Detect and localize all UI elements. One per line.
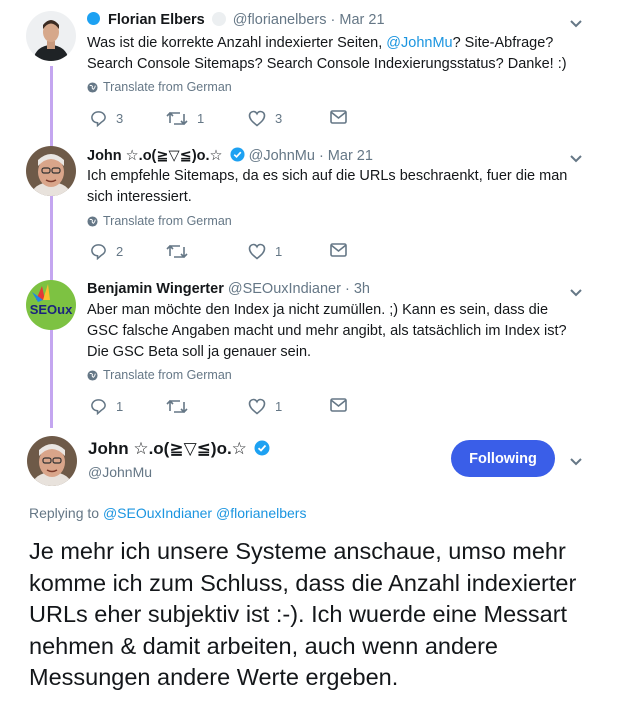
tweet-date[interactable]: · Mar 21 bbox=[319, 148, 373, 164]
main-author: John ☆.o(≧▽≦)o.☆ bbox=[88, 439, 270, 459]
mention-link[interactable]: @SEOuxIndianer @florianelbers bbox=[103, 505, 307, 521]
reply-icon bbox=[91, 111, 106, 127]
author-handle[interactable]: @JohnMu bbox=[88, 464, 152, 480]
author-handle[interactable]: @florianelbers bbox=[233, 12, 327, 28]
globe-icon bbox=[87, 215, 98, 227]
avatar[interactable] bbox=[26, 11, 76, 61]
author-name[interactable]: Benjamin Wingerter bbox=[87, 281, 224, 297]
reply-count: 2 bbox=[116, 244, 124, 259]
mention-link[interactable]: @JohnMu bbox=[386, 35, 452, 51]
translate-link[interactable]: Translate from German bbox=[87, 368, 232, 382]
retweet-count: 1 bbox=[197, 111, 205, 126]
tweet-header: John ☆.o(≧▽≦)o.☆ @JohnMu · Mar 21 bbox=[87, 147, 373, 164]
translate-label: Translate from German bbox=[103, 214, 232, 228]
replying-to: Replying to @SEOuxIndianer @florianelber… bbox=[29, 505, 306, 521]
globe-icon bbox=[87, 81, 98, 93]
author-name[interactable]: Florian Elbers bbox=[108, 12, 205, 28]
avatar[interactable] bbox=[26, 146, 76, 196]
dm-button[interactable] bbox=[330, 110, 347, 124]
dm-icon bbox=[330, 110, 347, 124]
chevron-down-icon[interactable] bbox=[569, 16, 583, 34]
dm-icon bbox=[330, 243, 347, 257]
chevron-down-icon[interactable] bbox=[569, 454, 583, 472]
like-icon bbox=[248, 110, 266, 127]
avatar-text: SEOux bbox=[30, 302, 73, 317]
retweet-button[interactable]: 1 bbox=[166, 110, 204, 127]
tweet-date[interactable]: · 3h bbox=[345, 281, 370, 297]
tweet-text-part: Was ist die korrekte Anzahl indexierter … bbox=[87, 35, 387, 51]
tweet-text: Ich empfehle Sitemaps, da es sich auf di… bbox=[87, 168, 568, 205]
like-count: 1 bbox=[275, 399, 283, 414]
reply-icon bbox=[91, 244, 106, 260]
like-button[interactable]: 3 bbox=[248, 110, 282, 127]
like-button[interactable]: 1 bbox=[248, 398, 282, 415]
replying-label: Replying to bbox=[29, 505, 100, 521]
globe-icon bbox=[87, 369, 98, 381]
author-name[interactable]: John ☆.o(≧▽≦)o.☆ bbox=[88, 439, 247, 458]
reply-count: 3 bbox=[116, 111, 124, 126]
verified-icon bbox=[230, 147, 245, 162]
dm-button[interactable] bbox=[330, 398, 347, 412]
reply-button[interactable]: 1 bbox=[90, 398, 123, 415]
retweet-button[interactable] bbox=[166, 243, 197, 260]
author-handle[interactable]: @SEOuxIndianer bbox=[228, 281, 341, 297]
author-name[interactable]: John ☆.o(≧▽≦)o.☆ bbox=[87, 148, 223, 164]
retweet-icon bbox=[166, 399, 188, 414]
retweet-icon bbox=[166, 244, 188, 259]
translate-label: Translate from German bbox=[103, 80, 232, 94]
badge-icon bbox=[87, 12, 100, 25]
translate-label: Translate from German bbox=[103, 368, 232, 382]
avatar[interactable] bbox=[27, 436, 77, 486]
flag-icon bbox=[211, 12, 226, 26]
tweet-text: Was ist die korrekte Anzahl indexierter … bbox=[87, 33, 577, 75]
translate-link[interactable]: Translate from German bbox=[87, 80, 232, 94]
tweet-date[interactable]: · Mar 21 bbox=[331, 12, 385, 28]
like-count: 1 bbox=[275, 244, 283, 259]
like-icon bbox=[248, 398, 266, 415]
reply-button[interactable]: 2 bbox=[90, 243, 123, 260]
dm-icon bbox=[330, 398, 347, 412]
dm-button[interactable] bbox=[330, 243, 347, 257]
retweet-button[interactable] bbox=[166, 398, 197, 415]
reply-button[interactable]: 3 bbox=[90, 110, 123, 127]
verified-icon bbox=[254, 440, 270, 456]
like-count: 3 bbox=[275, 111, 283, 126]
tweet-text: Aber man möchte den Index ja nicht zumül… bbox=[87, 302, 567, 360]
reply-count: 1 bbox=[116, 399, 124, 414]
translate-link[interactable]: Translate from German bbox=[87, 214, 232, 228]
reply-icon bbox=[91, 399, 106, 415]
tweet-header: Benjamin Wingerter @SEOuxIndianer · 3h bbox=[87, 281, 370, 297]
like-button[interactable]: 1 bbox=[248, 243, 282, 260]
like-icon bbox=[248, 243, 266, 260]
following-button[interactable]: Following bbox=[451, 440, 555, 477]
tweet-header: Florian Elbers @florianelbers · Mar 21 bbox=[87, 12, 385, 28]
avatar[interactable]: SEOux bbox=[26, 280, 76, 330]
thread-line bbox=[50, 66, 53, 428]
retweet-icon bbox=[166, 111, 188, 126]
main-tweet-text: Je mehr ich unsere Systeme anschaue, ums… bbox=[29, 538, 577, 691]
author-handle[interactable]: @JohnMu bbox=[249, 148, 315, 164]
